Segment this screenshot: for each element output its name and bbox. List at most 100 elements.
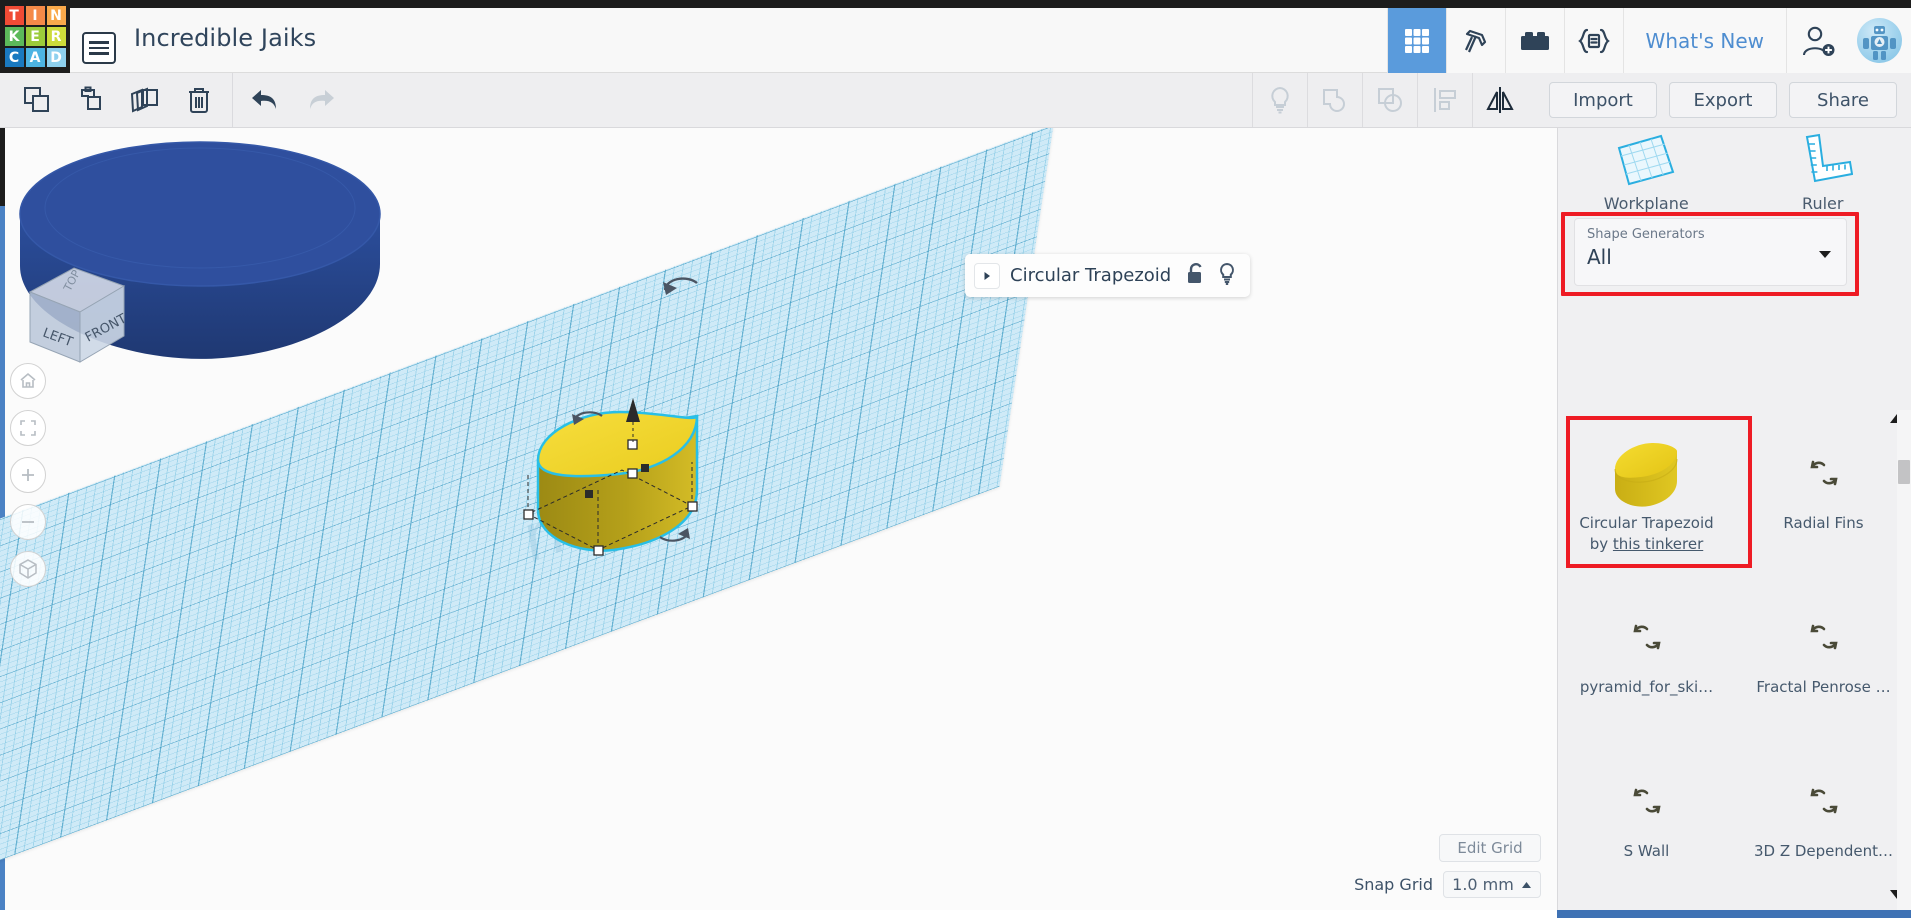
sidebar-bottom-bar [1557,910,1911,918]
nav-icon-minecraft-pickaxe[interactable] [1445,8,1505,73]
logo-cell-r: R [46,27,66,46]
sidebar-scrollbar-thumb[interactable] [1898,460,1910,484]
shape-generators-select[interactable]: Shape Generators All [1574,218,1847,286]
rotate-handle-icon[interactable] [655,264,707,298]
logo-cell-k: K [4,27,24,46]
refresh-placeholder-icon-icon [1807,432,1841,514]
import-button[interactable]: Import [1549,82,1657,118]
refresh-placeholder-icon-icon [1807,596,1841,678]
grid-controls: Edit Grid Snap Grid 1.0 mm [1196,834,1541,898]
refresh-placeholder-icon-icon [1630,596,1664,678]
logo-cell-d: D [46,48,66,67]
shape-generators-label: Shape Generators [1587,227,1705,242]
group-button[interactable] [1307,73,1362,127]
edit-grid-label: Edit Grid [1457,839,1523,857]
ungroup-button[interactable] [1362,73,1417,127]
shape-panel-title: Circular Trapezoid [1010,265,1172,286]
caret-up-icon [1521,881,1531,888]
whats-new-label: What's New [1645,28,1764,53]
view-navigation-buttons [10,363,46,598]
toolbar-right-tools: Import Export Share [1252,73,1911,127]
shape-generator-item[interactable]: Circular Trapezoid by this tinkerer [1558,410,1752,574]
shape-generator-grid[interactable]: Circular Trapezoid by this tinkerer Radial… [1558,410,1911,910]
mirror-button[interactable] [1472,73,1527,127]
ruler-icon [1805,133,1853,182]
tinkercad-logo[interactable]: TIN KER CAD [0,0,70,73]
logo-cell-a: A [25,48,45,67]
selected-shape-panel[interactable]: Circular Trapezoid [965,254,1250,297]
shape-generator-item-name: Circular Trapezoid [1579,514,1714,532]
header-right-tools: What's New [1386,8,1911,73]
duplicate-button[interactable] [118,73,172,127]
shape-generator-item[interactable]: Radial Fins [1735,410,1911,574]
app-header: TIN KER CAD Incredible Jaiks What's New [0,0,1911,73]
redo-button [293,73,347,127]
snap-grid-select[interactable]: 1.0 mm [1443,871,1541,898]
sidebar-item-ruler-label: Ruler [1802,193,1844,213]
view-cube[interactable]: LEFT FRONT TOP [12,250,142,380]
export-button[interactable]: Export [1669,82,1777,118]
sidebar-item-workplane[interactable]: Workplane [1558,132,1735,213]
ortho-perspective-button[interactable] [10,551,46,587]
nav-icon-codeblocks[interactable] [1563,8,1623,73]
zoom-in-button[interactable] [10,457,46,493]
design-canvas[interactable]: me [0,128,1557,910]
undo-button[interactable] [239,73,293,127]
shape-circular-trapezoid-selected[interactable] [500,378,760,608]
refresh-placeholder-icon-icon [1630,760,1664,842]
page-title: Incredible Jaiks [134,24,317,52]
right-sidebar: Workplane Ruler Shape Generators All Cir… [1557,128,1911,910]
lightbulb-icon[interactable] [1217,262,1237,290]
shape-generator-section: Shape Generators All [1561,212,1903,296]
refresh-placeholder-icon-icon [1807,760,1841,842]
shape-generator-item-name: 3D Z Dependent… [1753,842,1894,860]
shape-generator-item[interactable]: 3D Z Dependent… [1735,738,1911,902]
avatar[interactable] [1848,8,1911,73]
logo-cell-i: I [25,6,45,25]
shape-generator-item[interactable]: Fractal Penrose … [1735,574,1911,738]
unlock-icon[interactable] [1185,262,1207,290]
logo-cell-t: T [4,6,24,25]
sidebar-scrollbar[interactable] [1897,410,1911,910]
delete-button[interactable] [172,73,226,127]
logo-cell-c: C [4,48,24,67]
shape-generator-item-name: Radial Fins [1783,514,1864,532]
snap-grid-label: Snap Grid [1354,875,1433,894]
toolbar-divider [232,73,233,127]
sidebar-item-ruler[interactable]: Ruler [1735,132,1911,213]
home-view-button[interactable] [10,363,46,399]
edit-grid-button[interactable]: Edit Grid [1439,834,1541,862]
shape-generator-item-name: S Wall [1623,842,1670,860]
edit-toolbar: Import Export Share [0,73,1911,128]
shape-author-link[interactable]: this tinkerer [1613,535,1703,553]
paste-button[interactable] [64,73,118,127]
export-label: Export [1693,89,1753,111]
whats-new-link[interactable]: What's New [1622,8,1786,73]
share-button[interactable]: Share [1789,82,1897,118]
menu-list-icon[interactable] [82,32,116,64]
zoom-out-button[interactable] [10,504,46,540]
circular-trapezoid-3d-icon [1599,432,1695,514]
shape-generators-value: All [1587,245,1612,269]
snap-grid-value: 1.0 mm [1452,875,1514,894]
import-label: Import [1573,89,1633,111]
expand-panel-button[interactable] [974,262,1000,289]
shape-generator-item-author: by this tinkerer [1589,534,1704,553]
share-label: Share [1817,89,1869,111]
shape-generator-item[interactable]: S Wall [1558,738,1735,902]
shape-generator-item-name: Fractal Penrose … [1756,678,1891,696]
sidebar-tools: Workplane Ruler [1558,128,1911,216]
copy-button[interactable] [10,73,64,127]
fit-to-view-button[interactable] [10,410,46,446]
window-top-strip [0,0,1911,8]
logo-cell-e: E [25,27,45,46]
nav-icon-3d-design[interactable] [1386,8,1446,73]
chevron-down-icon[interactable] [1818,249,1832,259]
shape-generator-item-name: pyramid_for_ski… [1579,678,1714,696]
logo-cell-n: N [46,6,66,25]
hide-shape-button[interactable] [1252,73,1307,127]
invite-people-button[interactable] [1786,8,1848,73]
nav-icon-lego-brick[interactable] [1504,8,1564,73]
shape-generator-item[interactable]: pyramid_for_ski… [1558,574,1735,738]
align-button[interactable] [1417,73,1472,127]
